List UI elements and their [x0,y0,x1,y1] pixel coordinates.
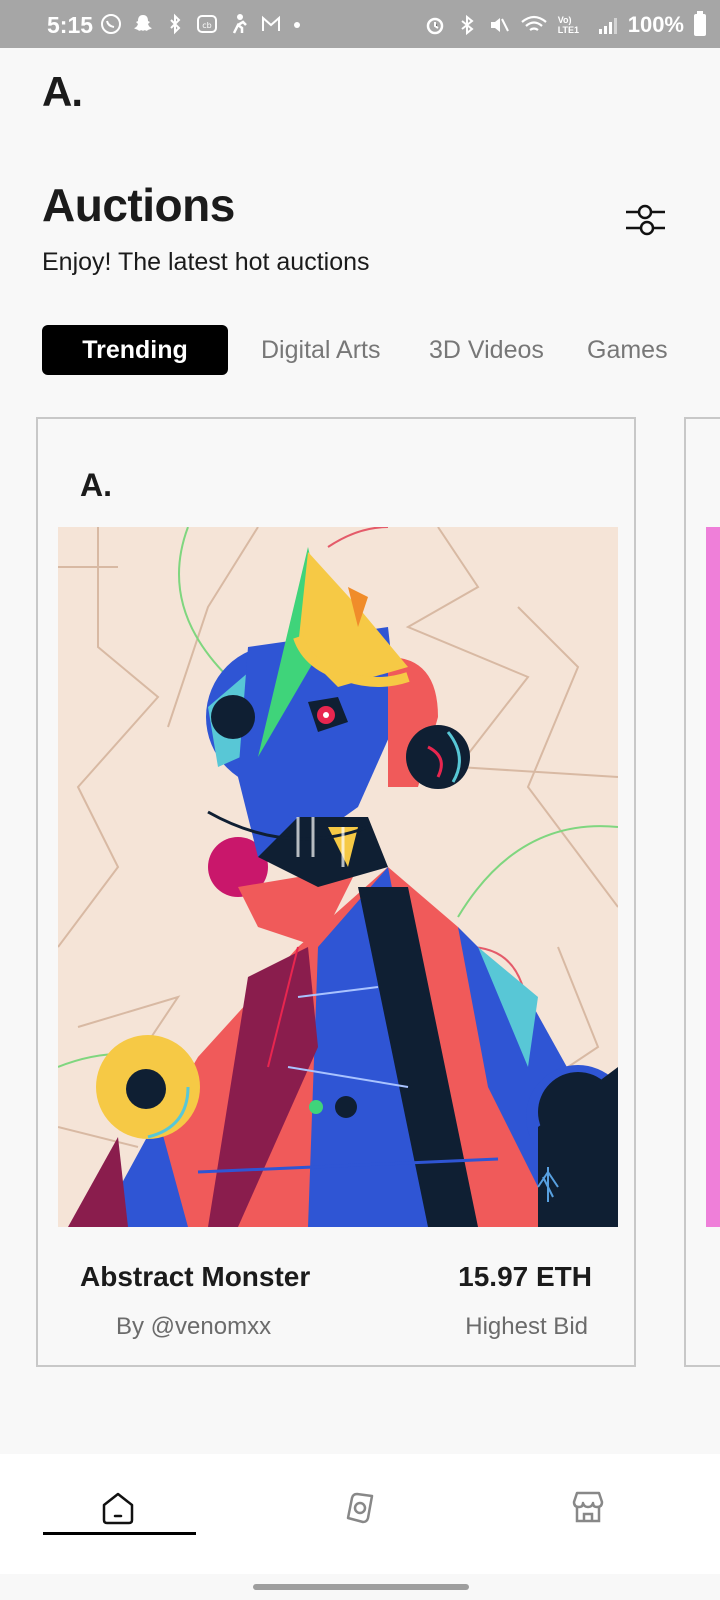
auction-card[interactable]: A. Abstract Monster By @venomxx 15.97 ET… [36,417,636,1367]
auction-card-next[interactable] [684,417,720,1367]
explore-icon [346,1492,374,1524]
notification-icons: cb [100,13,302,35]
page-title: Auctions [42,179,235,231]
home-icon [102,1492,134,1525]
wifi-icon [521,15,547,31]
dot-icon [294,22,300,28]
filter-icon[interactable] [623,200,669,240]
artwork-title: Abstract Monster [80,1261,311,1292]
card-logo: A. [80,467,112,503]
bottom-navigation [0,1454,720,1574]
app-badge-icon: cb [197,15,217,33]
svg-text:cb: cb [202,21,211,30]
whatsapp-icon [101,14,121,34]
status-time: 5:15 [47,12,94,38]
system-icons: Vo) LTE1 100% [424,11,706,38]
artwork-price: 15.97 ETH [458,1261,592,1292]
nav-explore[interactable] [330,1478,390,1538]
tab-digital-arts[interactable]: Digital Arts [261,325,380,375]
gmail-icon [262,15,280,31]
bluetooth-icon [461,14,474,36]
category-tabs: Trending Digital Arts 3D Videos Games [42,325,682,375]
store-icon [572,1491,604,1523]
tab-games[interactable]: Games [587,325,668,375]
network-label: Vo) LTE1 [557,15,580,35]
runner-icon [232,14,247,34]
artwork-creator[interactable]: By @venomxx [116,1313,271,1341]
gesture-handle[interactable] [253,1584,469,1590]
app-logo: A. [42,68,83,115]
nav-store[interactable] [558,1478,618,1538]
alarm-icon [426,17,443,35]
battery-percent: 100% [627,12,684,37]
nav-active-indicator [43,1532,196,1535]
battery-icon [694,11,706,36]
artwork-image[interactable] [58,527,618,1227]
bluetooth-small-icon [170,13,181,35]
mute-icon [490,18,509,32]
artwork-image-next[interactable] [706,527,720,1227]
tab-3d-videos[interactable]: 3D Videos [429,325,544,375]
tab-trending[interactable]: Trending [42,325,228,375]
page-subtitle: Enjoy! The latest hot auctions [42,248,370,276]
status-bar: 5:15 cb Vo) LTE1 100% [0,0,720,48]
nav-home[interactable] [88,1478,148,1538]
snapchat-icon [134,15,152,31]
signal-icon [598,18,617,34]
price-label: Highest Bid [465,1313,588,1340]
